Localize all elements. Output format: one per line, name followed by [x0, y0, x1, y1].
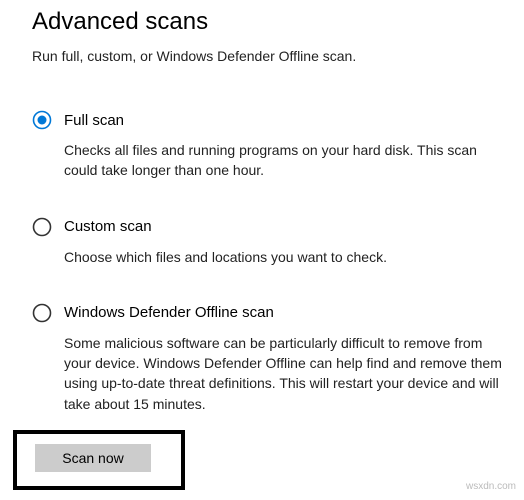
option-full-scan: Full scan Checks all files and running p… — [32, 110, 524, 181]
option-desc-offline: Some malicious software can be particula… — [64, 333, 524, 414]
scan-now-highlight: Scan now — [13, 430, 185, 490]
radio-offline-scan[interactable]: Windows Defender Offline scan — [32, 303, 524, 323]
option-desc-custom: Choose which files and locations you wan… — [64, 247, 524, 267]
option-label-full: Full scan — [64, 112, 124, 129]
radio-custom-scan[interactable]: Custom scan — [32, 217, 524, 237]
option-label-custom: Custom scan — [64, 218, 152, 235]
radio-selected-icon — [32, 110, 52, 130]
page-subtitle: Run full, custom, or Windows Defender Of… — [32, 48, 524, 64]
option-custom-scan: Custom scan Choose which files and locat… — [32, 217, 524, 267]
radio-unselected-icon — [32, 303, 52, 323]
option-desc-full: Checks all files and running programs on… — [64, 140, 524, 181]
scan-now-button[interactable]: Scan now — [35, 444, 151, 472]
radio-full-scan[interactable]: Full scan — [32, 110, 524, 130]
page-title: Advanced scans — [32, 8, 524, 36]
option-offline-scan: Windows Defender Offline scan Some malic… — [32, 303, 524, 414]
watermark: wsxdn.com — [466, 481, 516, 492]
radio-unselected-icon — [32, 217, 52, 237]
option-label-offline: Windows Defender Offline scan — [64, 304, 274, 321]
